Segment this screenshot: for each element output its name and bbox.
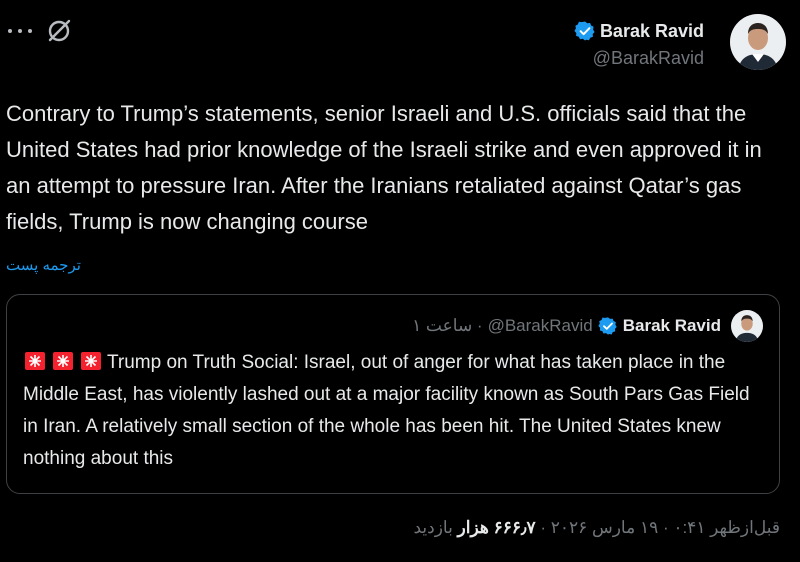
- quoted-post-time[interactable]: · ساعت ۱: [412, 316, 483, 336]
- quoted-post[interactable]: · ساعت ۱ @BarakRavid Barak Ravid Trump o…: [6, 294, 780, 494]
- quoted-avatar-image: [731, 310, 763, 342]
- post-datetime[interactable]: قبل‌ازظهر ۰:۴۱ · ۱۹ مارس ۲۰۲۶ ·: [536, 518, 780, 537]
- author-name[interactable]: Barak Ravid: [600, 21, 704, 42]
- post-text: Contrary to Trump’s statements, senior I…: [6, 101, 762, 234]
- quoted-avatar: [731, 310, 763, 342]
- verified-badge-icon: [574, 21, 595, 41]
- avatar[interactable]: [730, 14, 786, 70]
- post-header: Barak Ravid @BarakRavid: [6, 14, 800, 94]
- author-handle[interactable]: @BarakRavid: [574, 48, 704, 69]
- siren-emoji-icon: [25, 352, 45, 370]
- views-count: ۶۶۶٫۷ هزار: [457, 518, 536, 537]
- quoted-post-header: · ساعت ۱ @BarakRavid Barak Ravid: [412, 310, 763, 342]
- grok-icon[interactable]: [44, 16, 74, 46]
- quoted-author-handle: @BarakRavid: [487, 316, 593, 335]
- more-icon-dot: [18, 29, 22, 33]
- siren-emoji-icon: [81, 352, 101, 370]
- more-icon-dot: [28, 29, 32, 33]
- siren-emoji-icon: [53, 352, 73, 370]
- translate-post-link[interactable]: ترجمه پست: [6, 256, 81, 274]
- quoted-post-body: Trump on Truth Social: Israel, out of an…: [23, 352, 750, 469]
- quoted-post-text: Trump on Truth Social: Israel, out of an…: [23, 347, 763, 475]
- more-icon: [8, 29, 12, 33]
- author-info[interactable]: Barak Ravid @BarakRavid: [574, 16, 704, 69]
- verified-badge-icon: [598, 317, 617, 335]
- avatar-image: [730, 14, 786, 70]
- post-metadata: قبل‌ازظهر ۰:۴۱ · ۱۹ مارس ۲۰۲۶ · ۶۶۶٫۷ هز…: [413, 518, 780, 538]
- quoted-author-name: Barak Ravid: [622, 316, 721, 335]
- more-options-button[interactable]: [8, 24, 32, 38]
- views-label: بازدید: [413, 518, 458, 537]
